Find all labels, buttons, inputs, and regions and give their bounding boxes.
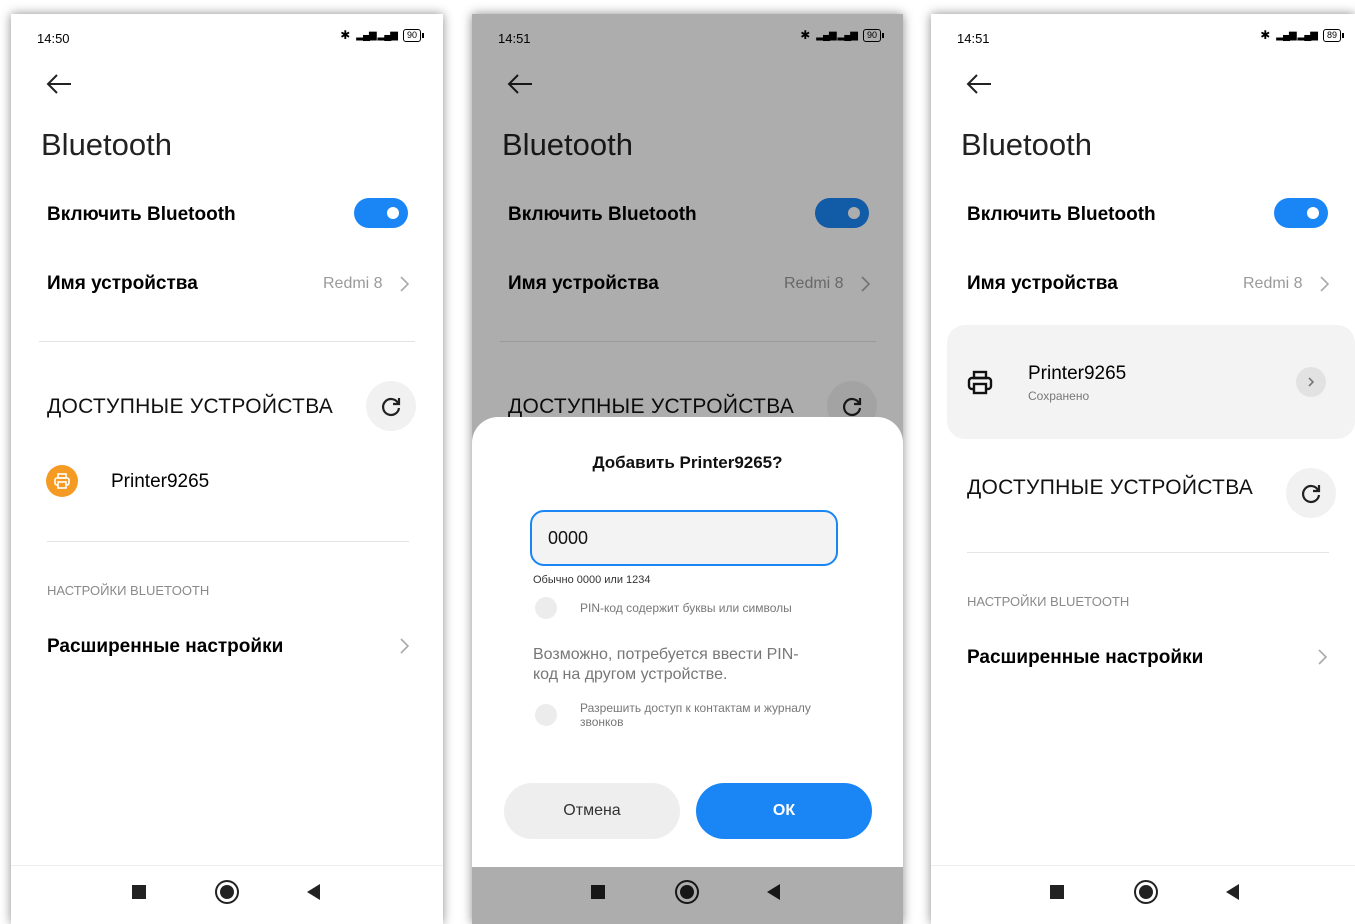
advanced-settings-item[interactable]: Расширенные настройки [47,636,283,658]
pin-input[interactable] [530,510,838,566]
back-arrow-icon[interactable] [45,72,73,96]
status-time: 14:50 [37,31,70,46]
refresh-button[interactable] [1286,468,1336,518]
bluetooth-settings-header: НАСТРОЙКИ BLUETOOTH [967,594,1130,609]
printer-icon [46,465,78,497]
bluetooth-toggle-label: Включить Bluetooth [967,204,1156,225]
device-name-value[interactable]: Redmi 8 [323,275,383,293]
chevron-right-icon [1318,649,1328,665]
refresh-icon [381,397,401,417]
bluetooth-settings-header: НАСТРОЙКИ BLUETOOTH [47,583,210,598]
bluetooth-toggle[interactable] [354,198,408,228]
device-name-label[interactable]: Имя устройства [967,273,1118,295]
phone-screen-2: 14:51 ✱ ▂▄▆ ▂▄▆ 90 Bluetooth Включить Bl… [472,14,903,924]
saved-device-status: Сохранено [1028,389,1090,403]
pin-hint: Обычно 0000 или 1234 [533,574,651,586]
refresh-button[interactable] [366,381,416,431]
signal-icon: ▂▄▆ ▂▄▆ [356,29,398,41]
battery-icon: 89 [1322,28,1345,42]
device-name-label[interactable]: Имя устройства [47,273,198,295]
back-arrow-icon[interactable] [965,72,993,96]
page-title: Bluetooth [41,127,172,162]
chevron-right-icon [1308,377,1315,387]
device-details-button[interactable] [1296,367,1326,397]
cancel-button[interactable]: Отмена [504,783,680,839]
pin-info-text: Возможно, потребуется ввести PIN-код на … [533,646,799,683]
nav-recents-icon[interactable] [1050,885,1064,899]
refresh-icon [1301,484,1321,504]
nav-home-icon[interactable] [1139,885,1153,899]
chevron-right-icon [1320,276,1330,292]
page-title: Bluetooth [961,127,1092,162]
printer-icon [967,370,993,395]
status-icons: ✱ ▂▄▆ ▂▄▆ 89 [1260,28,1345,42]
pairing-dialog: Добавить Printer9265? Обычно 0000 или 12… [472,417,903,867]
navigation-bar [931,865,1355,924]
bluetooth-icon: ✱ [340,28,351,42]
status-time: 14:51 [957,31,990,46]
advanced-settings-item[interactable]: Расширенные настройки [967,647,1203,669]
nav-back-icon[interactable] [307,884,320,900]
navigation-bar [11,865,443,924]
available-device-item[interactable]: Printer9265 [111,471,209,493]
chevron-right-icon [400,638,410,654]
bluetooth-toggle[interactable] [1274,198,1328,228]
nav-recents-icon[interactable] [132,885,146,899]
pin-letters-checkbox[interactable] [535,597,557,619]
chevron-right-icon [400,276,410,292]
divider [47,541,409,542]
available-devices-header: ДОСТУПНЫЕ УСТРОЙСТВА [47,395,334,418]
bluetooth-icon: ✱ [1260,28,1271,42]
saved-device-card[interactable]: Printer9265 Сохранено [947,325,1355,439]
contacts-access-checkbox[interactable] [535,704,557,726]
device-name-value[interactable]: Redmi 8 [1243,275,1303,293]
phone-screen-1: 14:50 ✱ ▂▄▆ ▂▄▆ 90 Bluetooth Включить Bl… [11,14,443,924]
signal-icon: ▂▄▆ ▂▄▆ [1276,29,1318,41]
status-icons: ✱ ▂▄▆ ▂▄▆ 90 [340,28,425,42]
divider [39,341,415,342]
available-devices-header: ДОСТУПНЫЕ УСТРОЙСТВА [967,476,1254,499]
pin-letters-label: PIN-код содержит буквы или символы [580,601,792,615]
divider [967,552,1329,553]
dialog-title: Добавить Printer9265? [592,453,783,472]
ok-button[interactable]: ОК [696,783,872,839]
bluetooth-toggle-label: Включить Bluetooth [47,204,236,225]
saved-device-name: Printer9265 [1028,363,1127,384]
contacts-access-label: Разрешить доступ к контактам и журналу з… [580,701,811,729]
phone-screen-3: 14:51 ✱ ▂▄▆ ▂▄▆ 89 Bluetooth Включить Bl… [931,14,1355,924]
nav-back-icon[interactable] [1226,884,1239,900]
battery-icon: 90 [402,28,425,42]
nav-home-icon[interactable] [220,885,234,899]
